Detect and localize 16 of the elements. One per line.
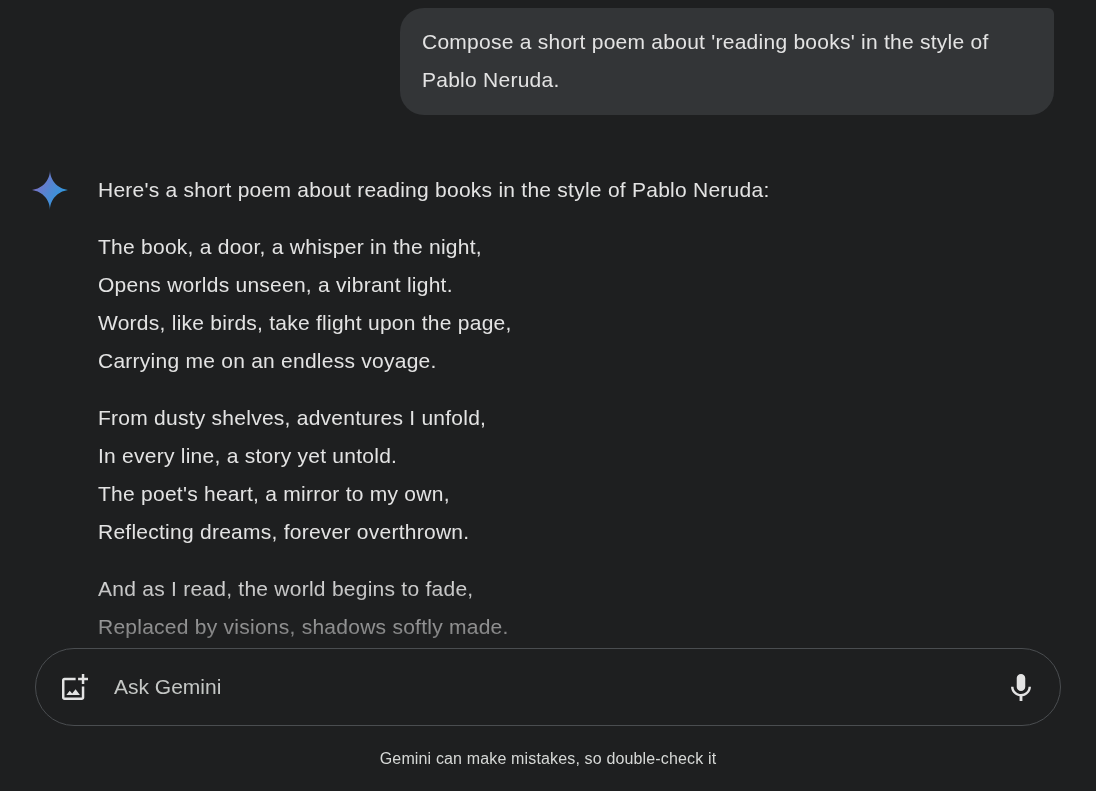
poem-line: Opens worlds unseen, a vibrant light. [98,272,453,298]
poem-line: And as I read, the world begins to fade, [98,576,474,602]
poem-line: Carrying me on an endless voyage. [98,348,437,374]
poem-line: In every line, a story yet untold. [98,443,398,469]
microphone-icon[interactable] [1011,673,1031,701]
prompt-input[interactable]: Ask Gemini [114,672,985,702]
response-intro: Here's a short poem about reading books in the style of Pablo Neruda: [98,177,770,203]
poem-line: The poet's heart, a mirror to my own, [98,481,450,507]
disclaimer-text: Gemini can make mistakes, so double-check it [379,749,717,769]
user-message: Compose a short poem about 'reading books' in the style of Pablo Neruda. [400,8,1054,115]
add-image-icon[interactable] [62,674,88,700]
poem-line: From dusty shelves, adventures I unfold, [98,405,487,431]
poem-line: The book, a door, a whisper in the night, [98,234,482,260]
poem-line: Reflecting dreams, forever overthrown. [98,519,470,545]
poem-line: Words, like birds, take flight upon the page, [98,310,512,336]
poem-line: Replaced by visions, shadows softly made. [98,614,509,640]
